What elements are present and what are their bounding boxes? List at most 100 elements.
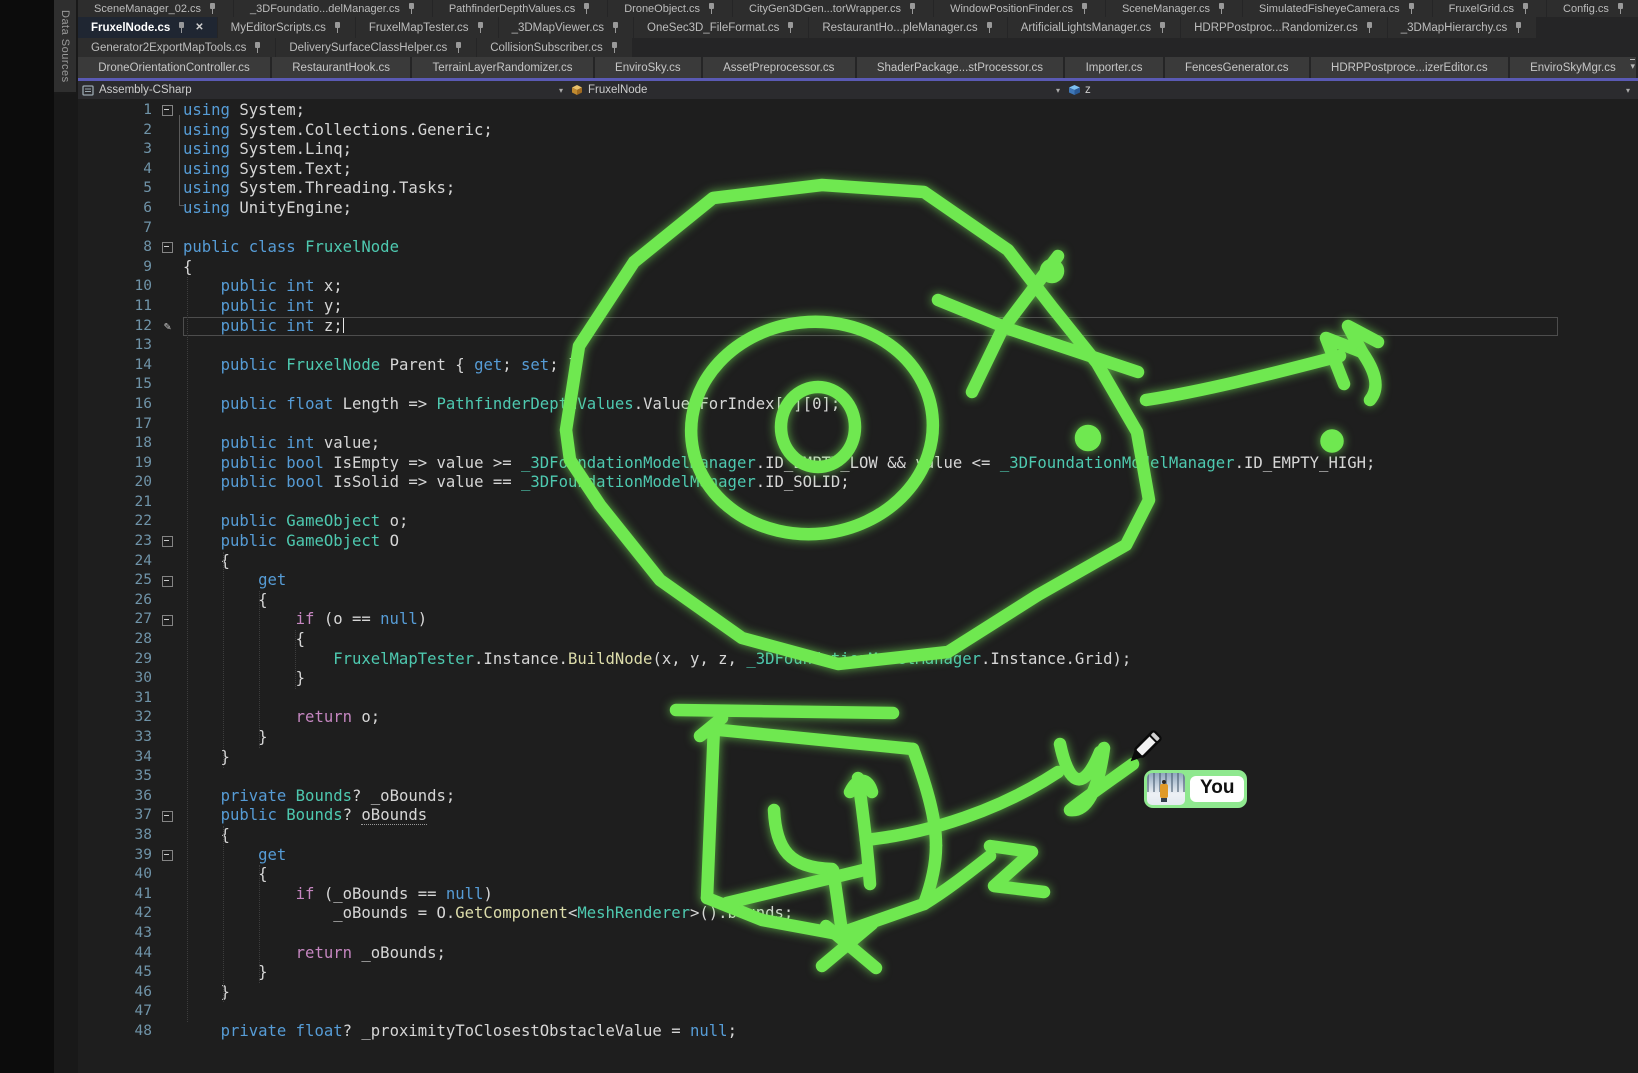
tab[interactable]: HDRPPostproc...Randomizer.cs (1181, 17, 1387, 38)
glyph-margin[interactable] (152, 885, 183, 905)
tab[interactable]: EnviroSky.cs (595, 57, 701, 78)
glyph-margin[interactable] (152, 806, 183, 826)
code-line[interactable]: 5using System.Threading.Tasks; (78, 179, 1638, 199)
code-line[interactable]: 34 } (78, 748, 1638, 768)
tab[interactable]: PathfinderDepthValues.cs (433, 0, 607, 17)
code-line[interactable]: 35 (78, 767, 1638, 787)
tab[interactable]: CityGen3DGen...torWrapper.cs (733, 0, 933, 17)
glyph-margin[interactable] (152, 846, 183, 866)
tab[interactable]: RestaurantHo...pleManager.cs (809, 17, 1006, 38)
glyph-margin[interactable] (152, 356, 183, 376)
pin-icon[interactable] (908, 3, 917, 14)
glyph-margin[interactable] (152, 375, 183, 395)
code-line[interactable]: 9{ (78, 258, 1638, 278)
glyph-margin[interactable] (152, 904, 183, 924)
glyph-margin[interactable] (152, 630, 183, 650)
code-line[interactable]: 42 _oBounds = O.GetComponent<MeshRendere… (78, 904, 1638, 924)
code-line[interactable]: 16 public float Length => PathfinderDept… (78, 395, 1638, 415)
tab[interactable]: DroneObject.cs (608, 0, 732, 17)
code-line[interactable]: 13 (78, 336, 1638, 356)
glyph-margin[interactable] (152, 610, 183, 630)
breadcrumb-type[interactable]: FruxelNode ▾ (571, 81, 1068, 99)
tab[interactable]: SimulatedFisheyeCamera.cs (1243, 0, 1432, 17)
pin-icon[interactable] (611, 22, 620, 33)
tab[interactable]: FruxelNode.cs✕ (78, 17, 217, 38)
code-line[interactable]: 36 private Bounds? _oBounds; (78, 787, 1638, 807)
glyph-margin[interactable] (152, 395, 183, 415)
glyph-margin[interactable] (152, 591, 183, 611)
pin-icon[interactable] (1616, 3, 1625, 14)
glyph-margin[interactable] (152, 297, 183, 317)
tab[interactable]: Generator2ExportMapTools.cs (78, 38, 275, 57)
glyph-margin[interactable] (152, 219, 183, 239)
code-line[interactable]: 21 (78, 493, 1638, 513)
glyph-margin[interactable] (152, 983, 183, 1003)
chevron-down-icon[interactable]: ▾ (1056, 86, 1068, 95)
glyph-margin[interactable] (152, 689, 183, 709)
glyph-margin[interactable] (152, 826, 183, 846)
pin-icon[interactable] (1521, 3, 1530, 14)
glyph-margin[interactable] (152, 552, 183, 572)
code-line[interactable]: 46 } (78, 983, 1638, 1003)
fold-marker-icon[interactable] (162, 105, 173, 116)
code-line[interactable]: 32 return o; (78, 708, 1638, 728)
glyph-margin[interactable] (152, 101, 183, 121)
pin-icon[interactable] (582, 3, 591, 14)
code-line[interactable]: 8public class FruxelNode (78, 238, 1638, 258)
tab[interactable]: TerrainLayerRandomizer.cs (412, 57, 592, 78)
tab[interactable]: ArtificialLightsManager.cs (1008, 17, 1180, 38)
glyph-margin[interactable] (152, 160, 183, 180)
fold-marker-icon[interactable] (162, 536, 173, 547)
glyph-margin[interactable] (152, 238, 183, 258)
glyph-margin[interactable] (152, 669, 183, 689)
glyph-margin[interactable] (152, 415, 183, 435)
glyph-margin[interactable] (152, 944, 183, 964)
pin-icon[interactable] (1407, 3, 1416, 14)
glyph-margin[interactable] (152, 454, 183, 474)
code-line[interactable]: 24 { (78, 552, 1638, 572)
code-line[interactable]: 15 (78, 375, 1638, 395)
pin-icon[interactable] (407, 3, 416, 14)
tab[interactable]: DroneOrientationController.cs (78, 57, 270, 78)
tab[interactable]: _3DMapHierarchy.cs (1388, 17, 1537, 38)
pin-icon[interactable] (253, 42, 262, 53)
pin-icon[interactable] (985, 22, 994, 33)
pin-icon[interactable] (476, 22, 485, 33)
tab[interactable]: WindowPositionFinder.cs (934, 0, 1105, 17)
tab[interactable]: SceneManager_02.cs (78, 0, 233, 17)
glyph-margin[interactable] (152, 728, 183, 748)
tab[interactable]: _3DFoundatio...delManager.cs (234, 0, 432, 17)
glyph-margin[interactable] (152, 767, 183, 787)
fold-marker-icon[interactable] (162, 615, 173, 626)
code-line[interactable]: 2using System.Collections.Generic; (78, 121, 1638, 141)
tab[interactable]: OneSec3D_FileFormat.cs (634, 17, 808, 38)
code-line[interactable]: 37 public Bounds? oBounds (78, 806, 1638, 826)
code-line[interactable]: 14 public FruxelNode Parent { get; set; … (78, 356, 1638, 376)
code-line[interactable]: 6using UnityEngine; (78, 199, 1638, 219)
glyph-margin[interactable] (152, 865, 183, 885)
glyph-margin[interactable] (152, 708, 183, 728)
glyph-margin[interactable] (152, 532, 183, 552)
glyph-margin[interactable] (152, 512, 183, 532)
tab[interactable]: AssetPreprocessor.cs (703, 57, 855, 78)
fold-marker-icon[interactable] (162, 850, 173, 861)
chevron-down-icon[interactable]: ▾ (559, 86, 571, 95)
fold-marker-icon[interactable] (162, 811, 173, 822)
glyph-margin[interactable] (152, 787, 183, 807)
pin-icon[interactable] (1080, 3, 1089, 14)
tab[interactable]: Config.cs (1547, 0, 1638, 17)
glyph-margin[interactable] (152, 963, 183, 983)
glyph-margin[interactable] (152, 258, 183, 278)
glyph-margin[interactable] (152, 199, 183, 219)
glyph-margin[interactable]: ✎ (152, 317, 183, 337)
glyph-margin[interactable] (152, 924, 183, 944)
pin-icon[interactable] (1217, 3, 1226, 14)
code-line[interactable]: 40 { (78, 865, 1638, 885)
code-line[interactable]: 43 (78, 924, 1638, 944)
code-line[interactable]: 31 (78, 689, 1638, 709)
sidebar-tab-data-sources[interactable]: Data Sources (54, 0, 76, 94)
pin-icon[interactable] (1514, 22, 1523, 33)
glyph-margin[interactable] (152, 140, 183, 160)
code-line[interactable]: 29 FruxelMapTester.Instance.BuildNode(x,… (78, 650, 1638, 670)
tab[interactable]: _3DMapViewer.cs (499, 17, 633, 38)
